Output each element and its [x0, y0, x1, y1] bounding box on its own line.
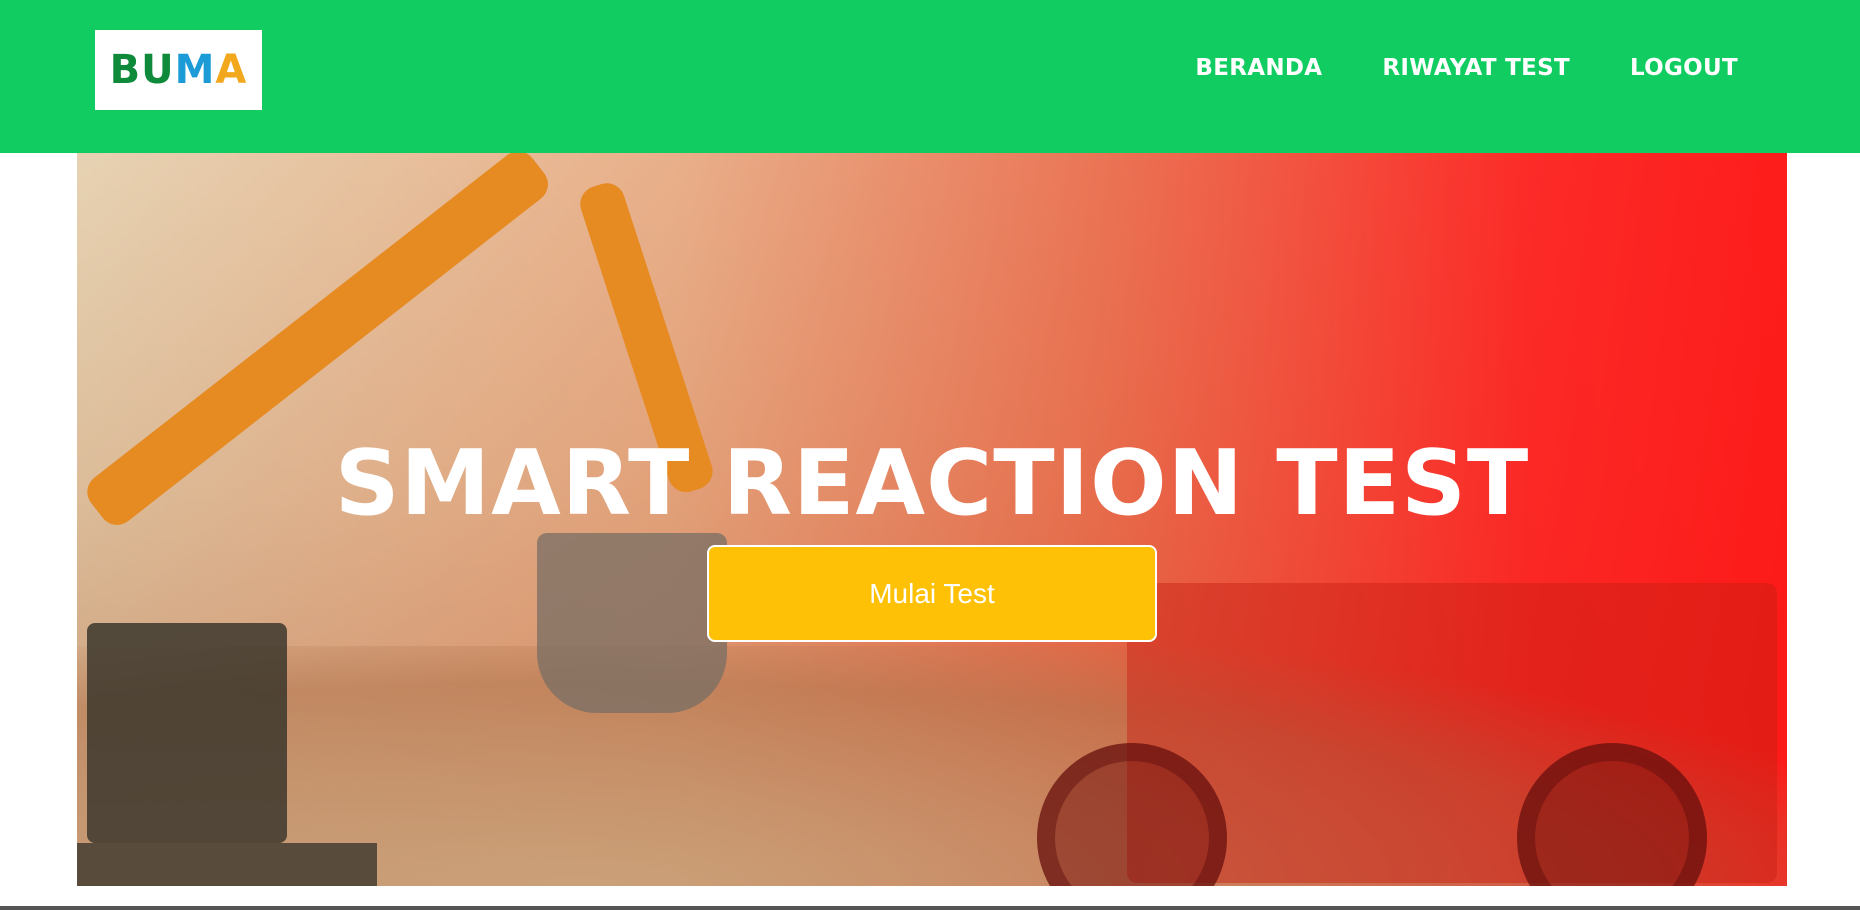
logo-text-a: A	[215, 47, 248, 93]
navbar: BU M A BERANDA RIWAYAT TEST LOGOUT	[0, 0, 1860, 153]
nav-menu: BERANDA RIWAYAT TEST LOGOUT	[1195, 55, 1738, 81]
hero-title: SMART REACTION TEST	[334, 431, 1530, 536]
start-test-button[interactable]: Mulai Test	[707, 545, 1157, 642]
excavator-bucket-shape	[537, 533, 727, 713]
nav-logout-link[interactable]: LOGOUT	[1630, 55, 1738, 81]
excavator-cab-shape	[87, 623, 287, 843]
logo-text-m: M	[174, 47, 216, 93]
nav-beranda-link[interactable]: BERANDA	[1195, 55, 1322, 81]
excavator-tracks-shape	[77, 843, 377, 886]
hero-banner: SMART REACTION TEST Mulai Test	[77, 153, 1787, 886]
page-bottom-border	[0, 906, 1860, 910]
logo-text-bu: BU	[109, 47, 175, 93]
nav-riwayat-test-link[interactable]: RIWAYAT TEST	[1382, 55, 1570, 81]
buma-logo[interactable]: BU M A	[95, 30, 262, 110]
